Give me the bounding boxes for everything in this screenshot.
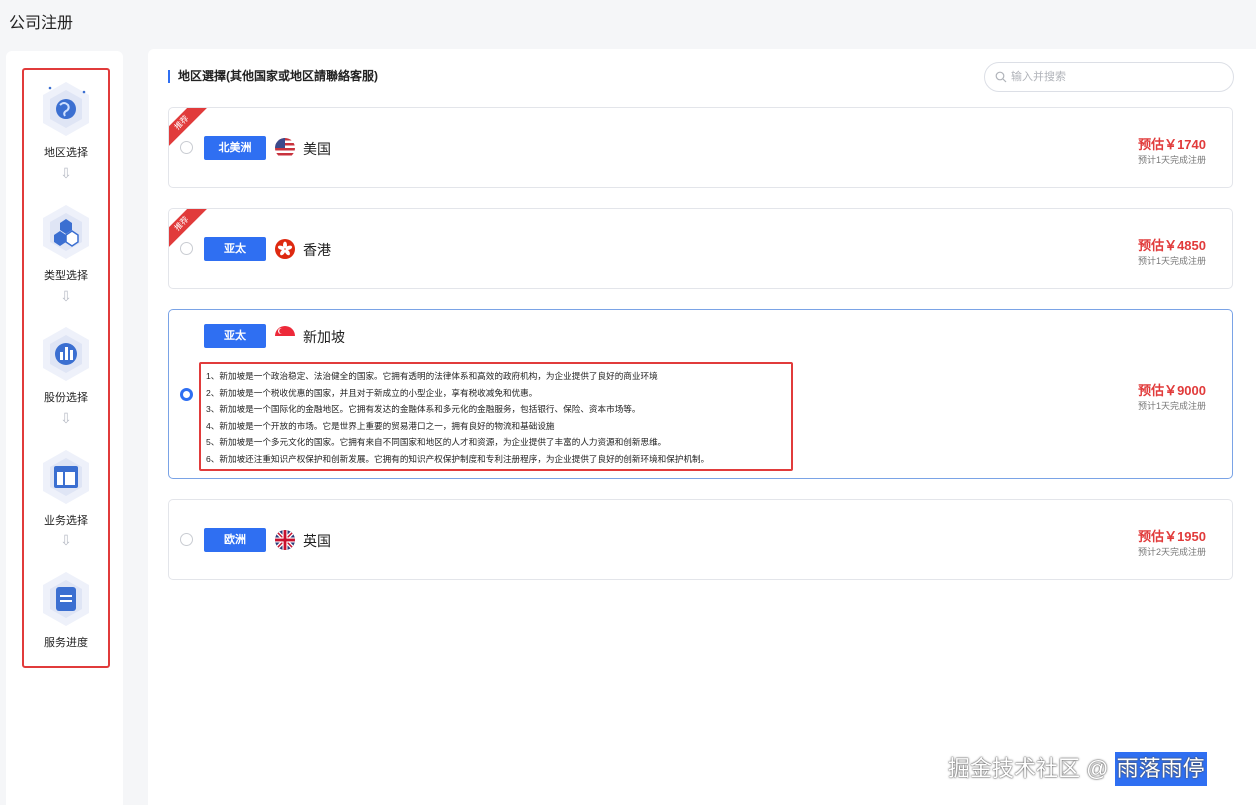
step-shares[interactable]: 股份选择: [24, 325, 108, 405]
description-line: 4、新加坡是一个开放的市场。它是世界上重要的贸易港口之一，拥有良好的物流和基础设…: [206, 420, 555, 431]
step-business[interactable]: 业务选择: [24, 448, 108, 528]
us-flag-icon: [275, 138, 295, 158]
search-input[interactable]: [1011, 67, 1221, 87]
eta-text: 预计1天完成注册: [1137, 401, 1206, 411]
watermark-prefix: 掘金技术社区 @: [948, 756, 1115, 781]
price: 预估￥4850: [1138, 238, 1206, 253]
sg-flag-icon: [275, 326, 295, 346]
hk-flag-icon: [275, 239, 295, 259]
arrow-down-icon: ⇩: [60, 410, 72, 426]
arrow-down-icon: ⇩: [60, 288, 72, 304]
country-name: 新加坡: [303, 329, 345, 345]
step-label: 业务选择: [44, 515, 88, 527]
region-tag: 亚太: [204, 324, 266, 348]
region-tag: 亚太: [204, 237, 266, 261]
step-label: 服务进度: [44, 637, 88, 649]
page-title: 公司注册: [9, 15, 74, 32]
search-icon: [995, 71, 1007, 83]
layout-icon: [40, 448, 92, 506]
eta-text: 预计1天完成注册: [1137, 256, 1206, 266]
watermark-author: 雨落雨停: [1114, 752, 1207, 786]
radio-button[interactable]: [180, 141, 193, 154]
country-description: 1、新加坡是一个政治稳定、法治健全的国家。它拥有透明的法律体系和高效的政府机构，…: [199, 362, 793, 471]
uk-flag-icon: [275, 530, 295, 550]
price: 预估￥1950: [1138, 529, 1206, 544]
radio-button[interactable]: [180, 388, 193, 401]
step-label: 地区选择: [44, 147, 88, 159]
document-icon: [40, 570, 92, 628]
description-line: 2、新加坡是一个税收优惠的国家，并且对于新成立的小型企业，享有税收减免和优惠。: [206, 387, 538, 398]
region-tag: 北美洲: [204, 136, 266, 160]
main-panel: 地区選擇(其他国家或地区請聯絡客服) 推荐 北美洲 美国 预估￥1740 预计1…: [148, 49, 1256, 805]
price: 预估￥9000: [1138, 383, 1206, 398]
radio-button[interactable]: [180, 533, 193, 546]
region-tag: 欧洲: [204, 528, 266, 552]
step-progress[interactable]: 服务进度: [24, 570, 108, 650]
description-line: 5、新加坡是一个多元文化的国家。它拥有来自不同国家和地区的人才和资源，为企业提供…: [206, 437, 667, 448]
bar-chart-icon: [40, 325, 92, 383]
step-label: 类型选择: [44, 270, 88, 282]
description-line: 6、新加坡还注重知识产权保护和创新发展。它拥有的知识产权保护制度和专利注册程序，…: [206, 453, 710, 464]
region-card-us[interactable]: 推荐 北美洲 美国 预估￥1740 预计1天完成注册: [168, 107, 1233, 188]
sidebar: 地区选择 ⇩ 类型选择 ⇩ 股份选择 ⇩ 业务选择 ⇩ 服务进度: [6, 51, 123, 805]
arrow-down-icon: ⇩: [60, 165, 72, 181]
country-name: 英国: [303, 533, 331, 549]
eta-text: 预计1天完成注册: [1137, 155, 1206, 165]
cubes-icon: [40, 203, 92, 261]
radio-button[interactable]: [180, 242, 193, 255]
region-card-hk[interactable]: 推荐 亚太 香港 预估￥4850 预计1天完成注册: [168, 208, 1233, 289]
description-line: 3、新加坡是一个国际化的金融地区。它拥有发达的金融体系和多元化的金融服务，包括银…: [206, 404, 641, 415]
region-card-uk[interactable]: 欧洲 英国 预估￥1950 预计2天完成注册: [168, 499, 1233, 580]
region-card-sg[interactable]: 亚太 新加坡 1、新加坡是一个政治稳定、法治健全的国家。它拥有透明的法律体系和高…: [168, 309, 1233, 479]
country-name: 香港: [303, 242, 331, 258]
country-name: 美国: [303, 141, 331, 157]
step-type[interactable]: 类型选择: [24, 203, 108, 283]
step-label: 股份选择: [44, 392, 88, 404]
price: 预估￥1740: [1138, 137, 1206, 152]
globe-icon: [40, 80, 92, 138]
arrow-down-icon: ⇩: [60, 532, 72, 548]
search-box[interactable]: [984, 62, 1234, 92]
description-line: 1、新加坡是一个政治稳定、法治健全的国家。它拥有透明的法律体系和高效的政府机构，…: [206, 371, 658, 381]
steps-highlight-box: 地区选择 ⇩ 类型选择 ⇩ 股份选择 ⇩ 业务选择 ⇩ 服务进度: [22, 68, 110, 668]
eta-text: 预计2天完成注册: [1137, 547, 1206, 557]
step-region[interactable]: 地区选择: [24, 80, 108, 160]
section-heading: 地区選擇(其他国家或地区請聯絡客服): [168, 70, 378, 83]
watermark: 掘金技术社区 @ 雨落雨停: [948, 752, 1207, 786]
